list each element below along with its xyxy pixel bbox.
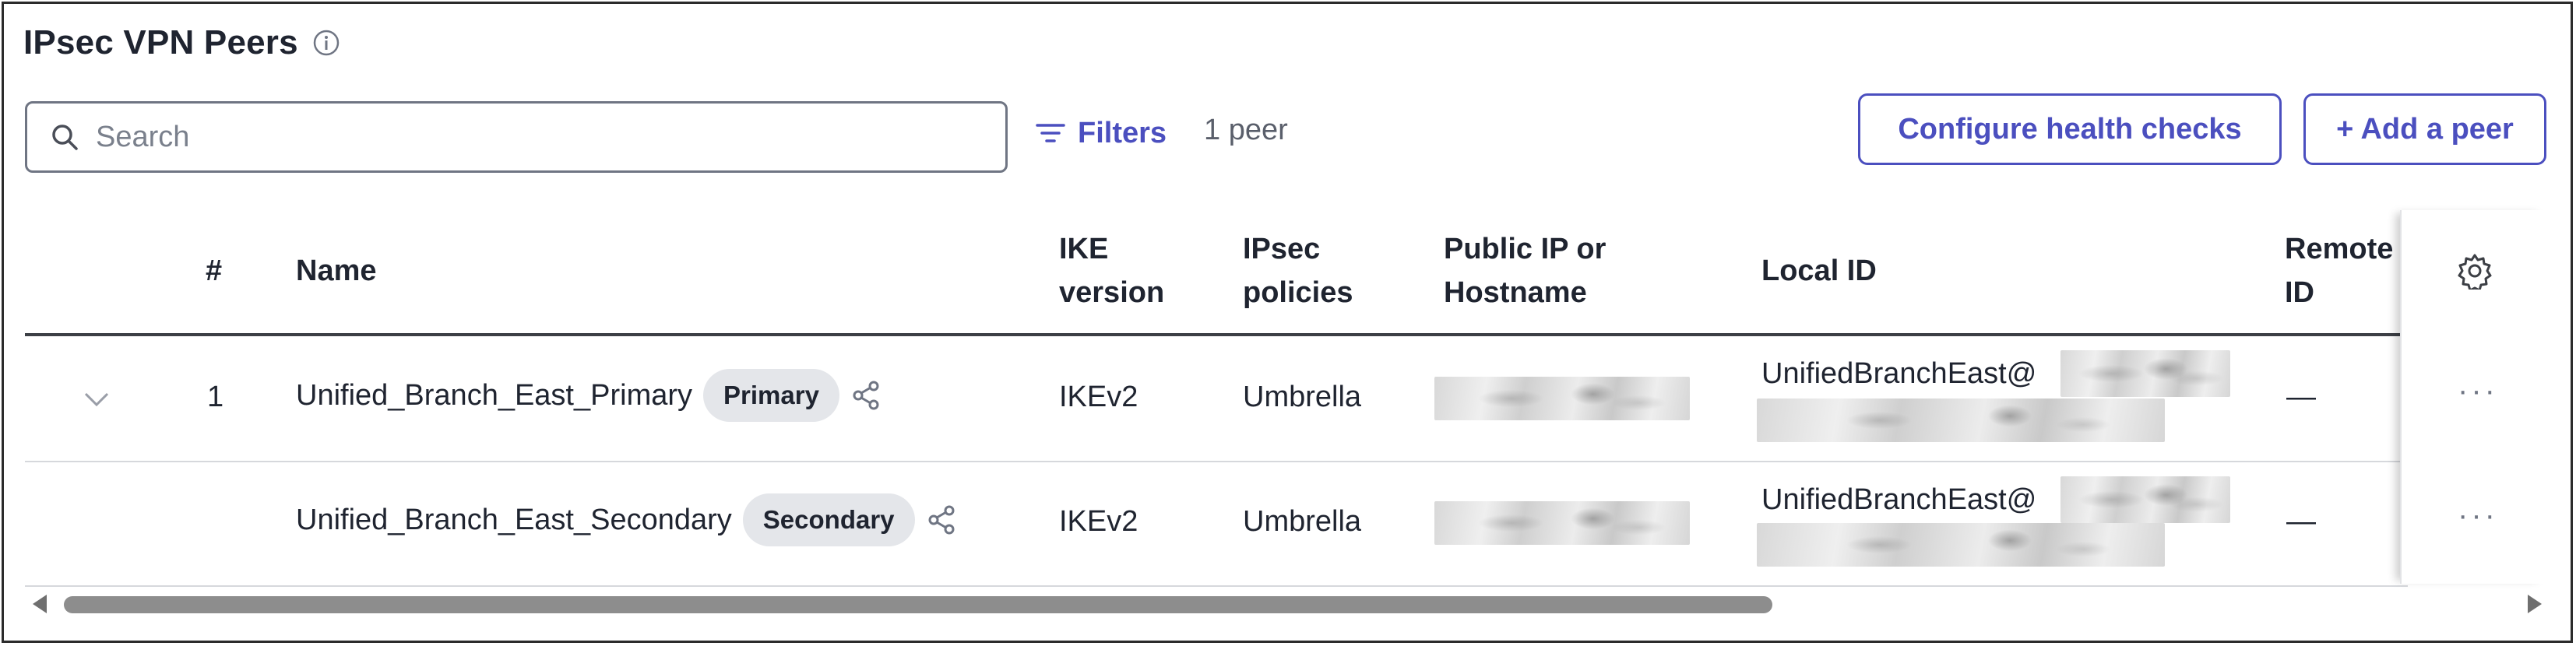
peer-name-cell: Unified_Branch_East_Secondary Secondary	[296, 493, 959, 546]
gear-icon[interactable]	[2456, 252, 2493, 290]
row-divider	[25, 461, 2408, 462]
header-remote-line2: ID	[2285, 276, 2314, 309]
header-ike-line2: version	[1059, 276, 1165, 309]
header-local-id[interactable]: Local ID	[1761, 249, 1877, 293]
peer-name[interactable]: Unified_Branch_East_Primary	[296, 374, 692, 417]
info-icon[interactable]	[311, 27, 342, 58]
add-peer-button[interactable]: + Add a peer	[2303, 93, 2546, 165]
redacted-local-id	[1757, 523, 2165, 567]
header-name[interactable]: Name	[296, 249, 377, 293]
header-ike-version[interactable]: IKE version	[1059, 227, 1164, 314]
more-icon[interactable]: ···	[2458, 374, 2498, 409]
local-id-prefix: UnifiedBranchEast@	[1761, 357, 2037, 390]
filter-icon	[1034, 117, 1067, 149]
header-ike-line1: IKE	[1059, 233, 1109, 265]
ike-version: IKEv2	[1059, 381, 1138, 413]
share-icon[interactable]	[926, 504, 959, 536]
chevron-down-icon[interactable]	[81, 383, 112, 414]
local-id-prefix: UnifiedBranchEast@	[1761, 483, 2037, 516]
peer-count: 1 peer	[1204, 114, 1288, 146]
redacted-local-id	[1757, 398, 2165, 442]
filters-button[interactable]: Filters	[1034, 109, 1167, 157]
search-input[interactable]	[96, 120, 952, 154]
page-title: IPsec VPN Peers	[23, 23, 298, 61]
title-row: IPsec VPN Peers	[23, 19, 342, 67]
scroll-thumb[interactable]	[64, 596, 1772, 613]
header-ipsec-line2: policies	[1243, 276, 1353, 309]
redacted-local-id	[2060, 350, 2230, 397]
horizontal-scrollbar[interactable]	[25, 590, 2548, 616]
scroll-left-arrow-icon[interactable]	[33, 595, 47, 613]
header-remote-line1: Remote	[2285, 233, 2394, 265]
ipsec-policy: Umbrella	[1243, 505, 1362, 538]
header-divider	[25, 333, 2408, 336]
header-ipsec-policies[interactable]: IPsec policies	[1243, 227, 1353, 314]
more-icon[interactable]: ···	[2458, 498, 2498, 533]
configure-health-checks-button[interactable]: Configure health checks	[1858, 93, 2282, 165]
scroll-right-arrow-icon[interactable]	[2528, 595, 2542, 613]
peer-name-cell: Unified_Branch_East_Primary Primary	[296, 369, 883, 422]
header-ipsec-line1: IPsec	[1243, 233, 1321, 265]
ipsec-policy: Umbrella	[1243, 381, 1362, 413]
ike-version: IKEv2	[1059, 505, 1138, 538]
redacted-public-ip	[1434, 377, 1690, 420]
redacted-public-ip	[1434, 501, 1690, 545]
status-badge: Primary	[703, 369, 839, 422]
row-index: 1	[207, 381, 224, 413]
status-badge: Secondary	[742, 493, 915, 546]
header-index[interactable]: #	[206, 249, 222, 293]
header-public-ip[interactable]: Public IP or Hostname	[1444, 227, 1606, 314]
header-remote-id[interactable]: Remote ID	[2285, 227, 2400, 314]
remote-id: —	[2286, 381, 2316, 413]
search-box[interactable]	[25, 101, 1008, 173]
redacted-local-id	[2060, 476, 2230, 523]
share-icon[interactable]	[850, 379, 883, 412]
header-public-line2: Hostname	[1444, 276, 1587, 309]
peer-name[interactable]: Unified_Branch_East_Secondary	[296, 498, 732, 542]
remote-id: —	[2286, 505, 2316, 538]
search-icon	[49, 121, 80, 153]
actions-column: ··· ···	[2400, 210, 2548, 584]
header-public-line1: Public IP or	[1444, 233, 1606, 265]
filters-label: Filters	[1078, 116, 1167, 149]
row-divider	[25, 585, 2408, 587]
